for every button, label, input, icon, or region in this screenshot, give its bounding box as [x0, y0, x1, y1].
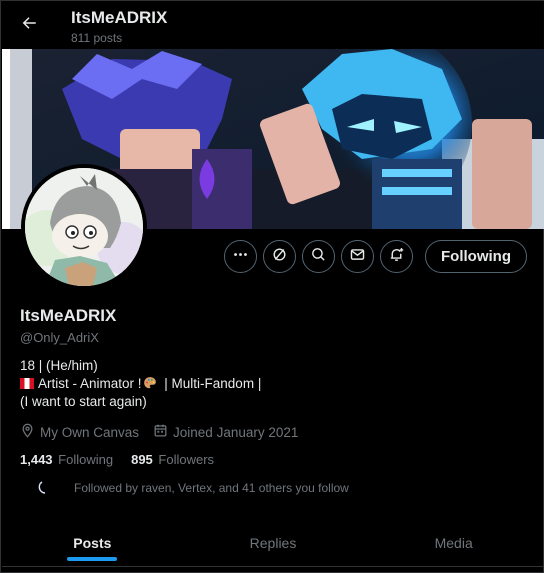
profile-bio: 18 | (He/him) Artist - Animator ! | Mult…	[20, 357, 261, 411]
profile-tabs: Posts Replies Media	[2, 519, 544, 567]
header-title: ItsMeADRIX	[71, 8, 168, 27]
user-handle: @Only_AdriX	[20, 330, 99, 345]
peru-flag-icon	[20, 378, 34, 389]
notifications-button[interactable]	[380, 240, 414, 273]
followers-count: 895	[131, 452, 153, 467]
bio-line-3: (I want to start again)	[20, 394, 147, 409]
more-icon	[232, 246, 249, 268]
following-count: 1,443	[20, 452, 53, 467]
bio-line-1: 18 | (He/him)	[20, 358, 98, 373]
calendar-icon	[153, 423, 173, 441]
more-button[interactable]	[224, 240, 258, 273]
follower-avatar	[31, 477, 53, 499]
profile-avatar[interactable]	[21, 164, 147, 290]
tab-replies[interactable]: Replies	[183, 519, 364, 566]
follow-stats: 1,443 Following 895 Followers	[20, 452, 232, 467]
message-icon	[349, 246, 366, 268]
following-link[interactable]: 1,443 Following	[20, 452, 113, 467]
followed-by[interactable]: Followed by raven, Vertex, and 41 others…	[31, 477, 349, 499]
location-pin-icon	[20, 423, 40, 441]
message-button[interactable]	[341, 240, 375, 273]
post-count: 811 posts	[71, 31, 123, 45]
profile-actions: Following	[224, 240, 527, 273]
back-button[interactable]	[13, 9, 45, 41]
tab-media[interactable]: Media	[363, 519, 544, 566]
joined-text: Joined January 2021	[173, 424, 299, 440]
bio-line-2-part-b: | Multi-Fandom |	[160, 376, 262, 391]
location-text: My Own Canvas	[40, 424, 140, 440]
profile-page: ItsMeADRIX 811 posts Following ItsMeADRI…	[0, 0, 544, 573]
following-label: Following	[58, 452, 114, 467]
search-icon	[310, 246, 327, 268]
grok-button[interactable]	[263, 240, 297, 273]
grok-icon	[271, 246, 288, 268]
profile-meta: My Own Canvas Joined January 2021	[20, 423, 312, 441]
following-button[interactable]: Following	[425, 240, 527, 273]
followers-label: Followers	[158, 452, 215, 467]
notifications-icon	[388, 246, 405, 268]
search-button[interactable]	[302, 240, 336, 273]
location-item: My Own Canvas	[20, 423, 139, 441]
back-arrow-icon	[20, 14, 38, 37]
followers-link[interactable]: 895 Followers	[131, 452, 214, 467]
display-name: ItsMeADRIX	[20, 306, 117, 325]
tab-posts[interactable]: Posts	[2, 519, 183, 566]
bio-line-2: Artist - Animator ! | Multi-Fandom |	[20, 375, 261, 393]
profile-header-bar: ItsMeADRIX 811 posts	[1, 1, 544, 49]
followed-by-text: Followed by raven, Vertex, and 41 others…	[74, 481, 349, 495]
palette-icon	[143, 376, 157, 390]
bio-line-2-part-a: Artist - Animator !	[38, 376, 142, 391]
joined-item: Joined January 2021	[153, 423, 298, 441]
